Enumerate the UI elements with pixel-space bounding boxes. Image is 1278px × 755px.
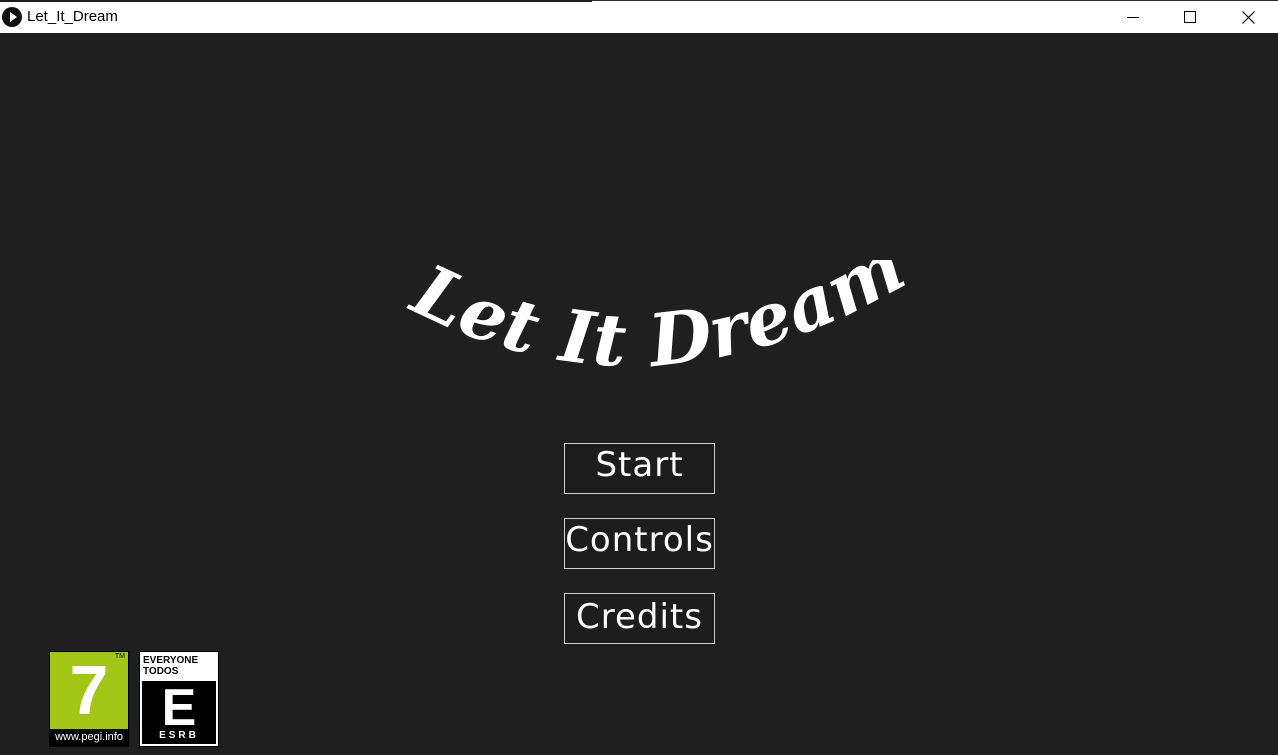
maximize-button[interactable]: [1162, 1, 1220, 33]
esrb-brand: ESRB: [159, 730, 199, 741]
pegi-trademark: TM: [114, 653, 125, 660]
pegi-url: www.pegi.info: [55, 731, 123, 743]
pegi-rating-badge: 7 TM www.pegi.info: [49, 651, 129, 747]
esrb-label-line2: TODOS: [143, 666, 179, 677]
pegi-age: 7: [69, 651, 109, 729]
start-button[interactable]: Start: [564, 443, 715, 494]
titlebar-top-strip: [0, 0, 592, 2]
credits-button[interactable]: Credits: [564, 593, 715, 644]
esrb-rating-badge: EVERYONE TODOS E ESRB: [139, 651, 219, 747]
close-button[interactable]: [1220, 1, 1278, 33]
minimize-button[interactable]: [1104, 1, 1162, 33]
game-title-logo: Let It Dream: [0, 260, 1278, 390]
window-title: Let_It_Dream: [27, 8, 118, 25]
pegi-age-panel: 7 TM: [50, 652, 128, 729]
app-play-icon: [2, 7, 22, 27]
esrb-label-line1: EVERYONE: [143, 655, 199, 666]
game-window: Let_It_Dream Let It Dream Start Controls…: [0, 0, 1278, 755]
window-titlebar[interactable]: Let_It_Dream: [0, 0, 1278, 33]
game-title-text: Let It Dream: [399, 260, 919, 383]
controls-button[interactable]: Controls: [564, 518, 715, 569]
esrb-letter-box: E ESRB: [142, 681, 216, 744]
esrb-label: EVERYONE TODOS: [143, 655, 198, 677]
esrb-letter: E: [161, 679, 197, 737]
close-icon: [1242, 11, 1255, 24]
